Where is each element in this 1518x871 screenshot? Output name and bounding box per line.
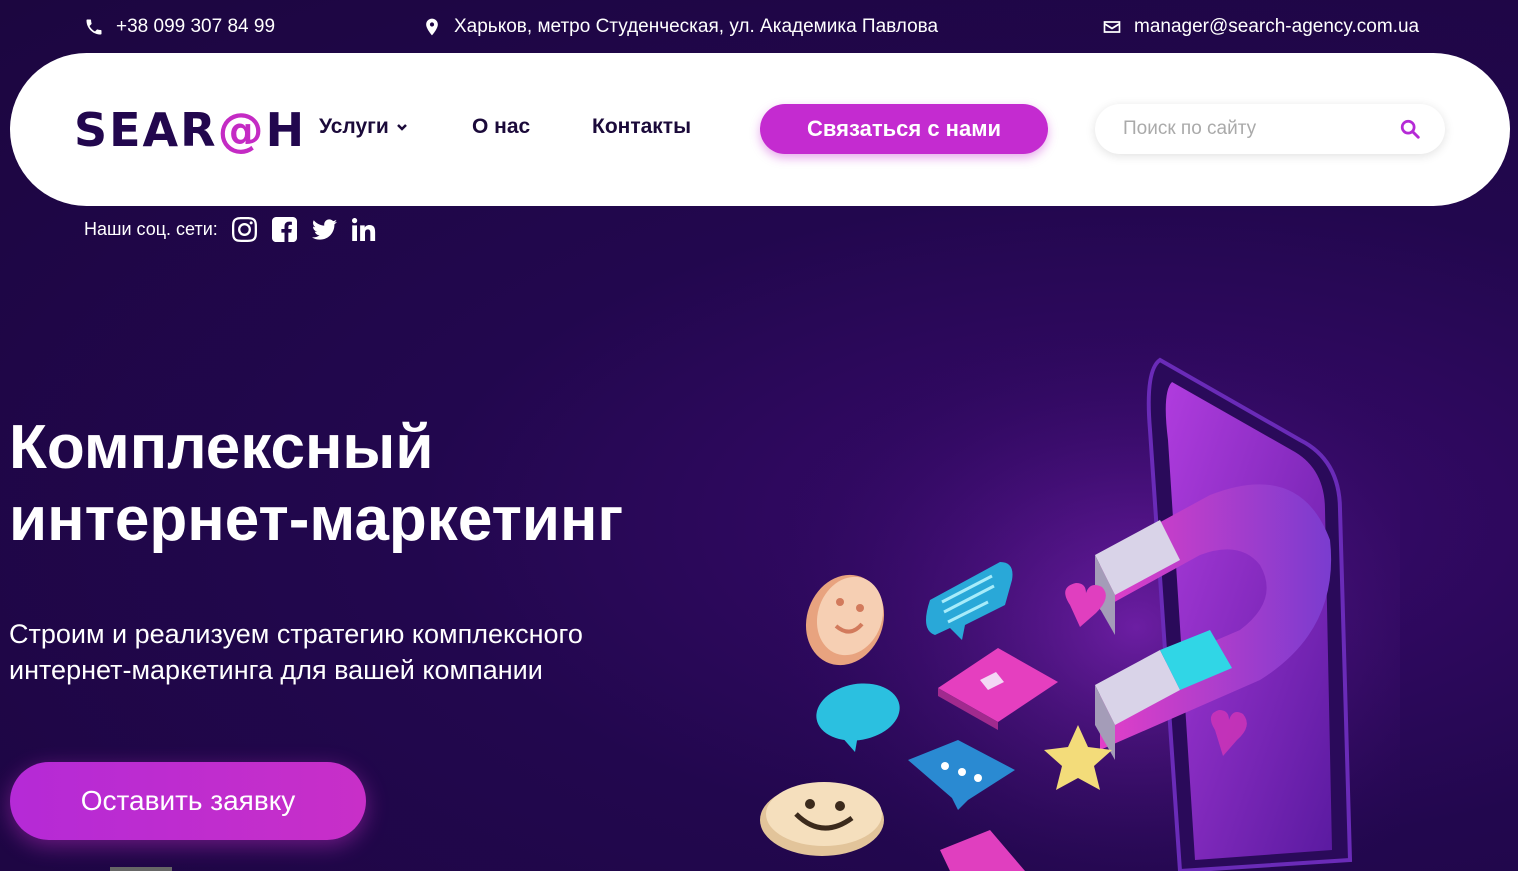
top-contact-bar: +38 099 307 84 99 Харьков, метро Студенч… — [0, 0, 1518, 56]
hero-subtitle-line-1: Строим и реализуем стратегию комплексног… — [9, 619, 583, 649]
hero-title-line-2: интернет-маркетинг — [9, 485, 624, 554]
site-search — [1095, 104, 1445, 154]
instagram-icon[interactable] — [232, 216, 258, 242]
mail-icon — [1103, 21, 1121, 33]
phone-icon — [86, 19, 102, 35]
social-links: Наши соц. сети: — [84, 216, 378, 242]
hero-subtitle-line-2: интернет-маркетинга для вашей компании — [9, 655, 543, 685]
hero-title-line-1: Комплексный — [9, 413, 434, 482]
contact-us-button[interactable]: Связаться с нами — [760, 104, 1048, 154]
hero-title: Комплексный интернет-маркетинг — [9, 412, 709, 556]
address-text: Харьков, метро Студенческая, ул. Академи… — [454, 16, 939, 37]
linkedin-icon[interactable] — [352, 216, 378, 242]
email-contact[interactable]: manager@search-agency.com.ua — [1102, 16, 1419, 38]
nav-label-services: Услуги — [319, 115, 389, 138]
hero-subtitle: Строим и реализуем стратегию комплексног… — [9, 616, 689, 688]
scroll-indicator — [110, 867, 172, 871]
logo-text-right: H — [265, 103, 307, 157]
chevron-down-icon — [396, 124, 407, 131]
twitter-icon[interactable] — [312, 216, 338, 242]
address-contact: Харьков, метро Студенческая, ул. Академи… — [422, 16, 938, 38]
nav-item-about[interactable]: О нас — [472, 115, 530, 139]
main-header: SEAR@H Услуги О нас Контакты Связаться с… — [10, 53, 1510, 206]
location-pin-icon — [426, 18, 438, 36]
search-input[interactable] — [1123, 118, 1393, 140]
nav-item-services[interactable]: Услуги — [319, 115, 409, 139]
nav-label-contacts: Контакты — [592, 115, 692, 138]
nav-label-about: О нас — [472, 115, 531, 138]
socials-label: Наши соц. сети: — [84, 218, 218, 239]
search-icon[interactable] — [1399, 118, 1421, 140]
search-logo[interactable]: SEAR@H — [74, 103, 306, 157]
hero-illustration — [740, 330, 1400, 871]
facebook-icon[interactable] — [272, 216, 298, 242]
email-address[interactable]: manager@search-agency.com.ua — [1134, 16, 1419, 38]
phone-number[interactable]: +38 099 307 84 99 — [116, 16, 275, 38]
logo-text-left: SEAR — [74, 103, 218, 157]
logo-at-symbol: @ — [217, 103, 266, 157]
nav-item-contacts[interactable]: Контакты — [592, 115, 691, 139]
leave-request-button[interactable]: Оставить заявку — [10, 762, 366, 840]
phone-contact[interactable]: +38 099 307 84 99 — [84, 16, 275, 38]
